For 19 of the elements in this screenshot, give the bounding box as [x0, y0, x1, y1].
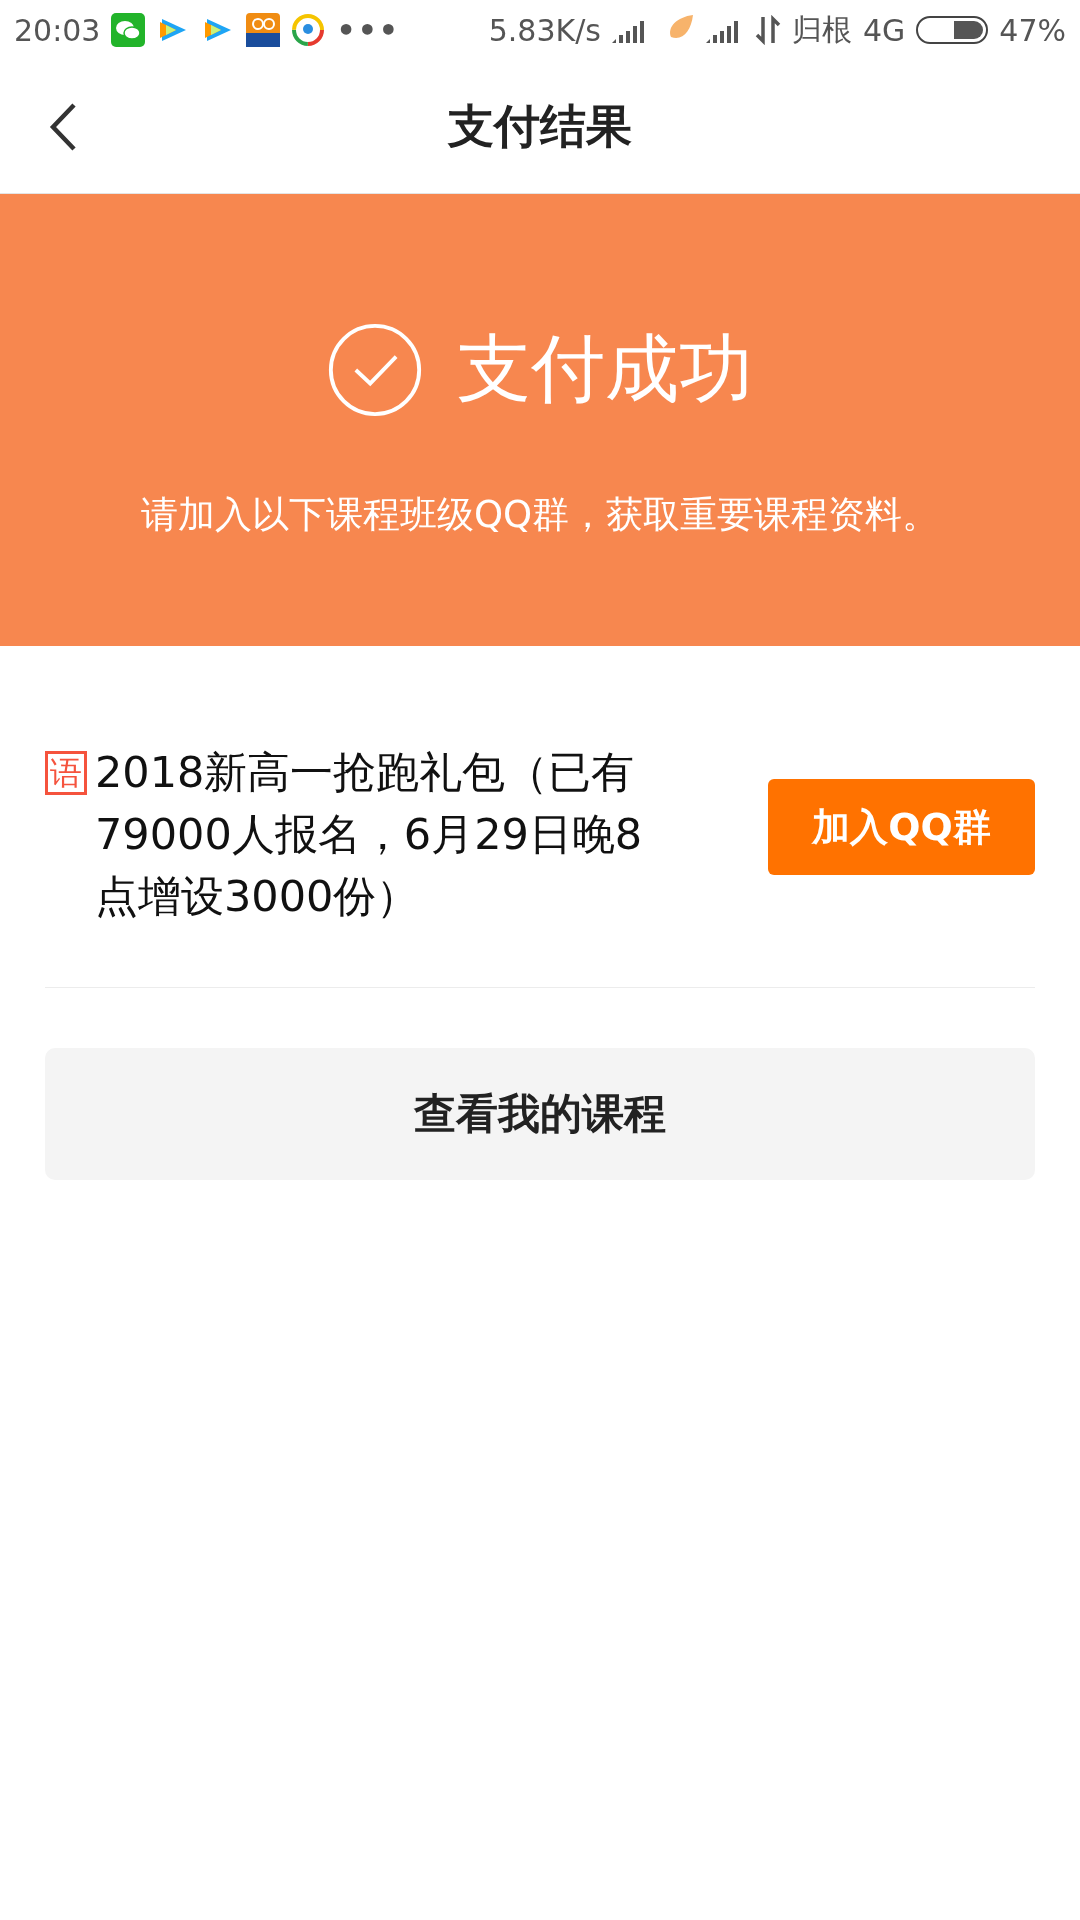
back-icon[interactable]	[48, 102, 78, 152]
page-title: 支付结果	[448, 97, 632, 155]
check-circle-icon	[327, 322, 423, 418]
success-title: 支付成功	[457, 324, 753, 413]
carrier-name: 归根	[791, 10, 852, 49]
network-speed: 5.83K/s	[488, 12, 601, 48]
news-app-icon	[291, 13, 326, 47]
data-transfer-icon	[754, 15, 781, 45]
success-message: 请加入以下课程班级QQ群，获取重要课程资料。	[140, 492, 940, 538]
course-title: 2018新高一抢跑礼包（已有79000人报名，6月29日晚8点增设3000份）	[95, 746, 644, 923]
battery-percent: 47%	[999, 12, 1066, 48]
telecom-app-icon	[246, 13, 281, 47]
more-notifications: •••	[336, 12, 400, 48]
battery-icon	[916, 16, 989, 44]
chat-app-icon	[111, 13, 146, 47]
network-type: 4G	[862, 12, 906, 48]
my-courses-button[interactable]: 查看我的课程	[45, 1048, 1035, 1180]
status-time: 20:03	[14, 12, 101, 48]
subject-tag: 语	[45, 751, 87, 795]
